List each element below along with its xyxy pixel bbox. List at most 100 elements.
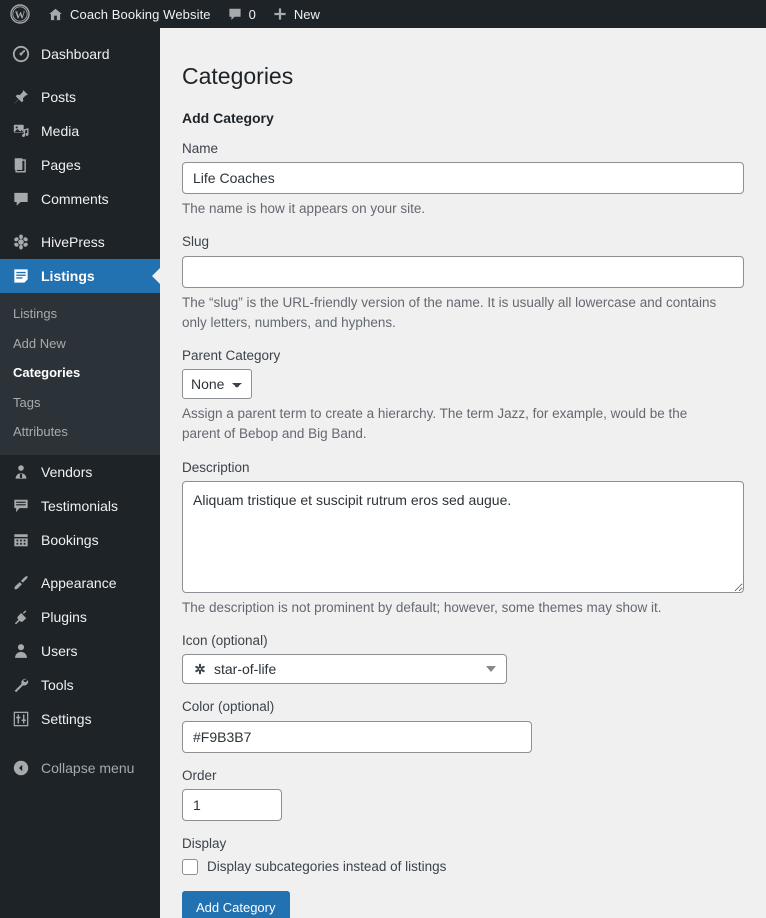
submenu-item-attributes[interactable]: Attributes [0, 417, 160, 447]
sliders-icon [11, 709, 31, 729]
collapse-menu-button[interactable]: Collapse menu [0, 751, 160, 785]
menu-spacer-top [0, 28, 160, 37]
color-input[interactable] [182, 720, 532, 753]
display-label: Display [182, 835, 227, 851]
slug-label: Slug [182, 234, 210, 250]
new-content-label: New [293, 6, 320, 22]
menu-spacer-4 [0, 736, 160, 745]
name-label: Name [182, 140, 219, 156]
sidebar-item-label: Testimonials [41, 497, 119, 514]
sidebar-item-media[interactable]: Media [0, 114, 160, 148]
star-of-life-icon [193, 662, 207, 676]
calendar-icon [11, 530, 31, 550]
add-category-button[interactable]: Add Category [182, 891, 290, 918]
user-badge-icon [11, 462, 31, 482]
color-label-text: Color [182, 699, 215, 715]
admin-bar: W Coach Booking Website 0 New [0, 0, 766, 28]
menu-spacer-3 [0, 557, 160, 566]
description-textarea[interactable]: Aliquam tristique et suscipit rutrum ero… [182, 480, 744, 593]
submenu-item-add-new[interactable]: Add New [0, 329, 160, 359]
new-content-menu[interactable]: New [264, 0, 328, 28]
display-subcategories-checkbox[interactable] [182, 858, 198, 875]
menu-spacer-1 [0, 71, 160, 80]
comment-bubble-icon [227, 6, 243, 22]
testimonial-quote-icon [11, 496, 31, 516]
sidebar-item-listings[interactable]: Listings [0, 259, 160, 293]
sidebar-item-label: Bookings [41, 531, 99, 548]
listings-lines-icon [11, 266, 31, 286]
comment-count-badge: 0 [248, 6, 256, 22]
slug-input[interactable] [182, 255, 744, 288]
sidebar-item-vendors[interactable]: Vendors [0, 455, 160, 489]
sidebar-item-settings[interactable]: Settings [0, 702, 160, 736]
name-input[interactable] [182, 162, 744, 195]
svg-text:W: W [15, 10, 26, 21]
submenu-item-categories[interactable]: Categories [0, 358, 160, 388]
submenu-item-listings[interactable]: Listings [0, 299, 160, 329]
description-label: Description [182, 459, 250, 475]
description-description: The description is not prominent by defa… [182, 599, 662, 615]
icon-select[interactable]: star-of-life [182, 654, 507, 685]
sidebar-item-posts[interactable]: Posts [0, 80, 160, 114]
slug-field-group: Slug The “slug” is the URL-friendly vers… [182, 234, 744, 333]
comments-menu[interactable]: 0 [219, 0, 264, 28]
chevron-down-icon [486, 666, 496, 673]
sidebar-item-label: Posts [41, 89, 77, 105]
description-field-group: Description Aliquam tristique et suscipi… [182, 460, 744, 618]
display-subcategories-label[interactable]: Display subcategories instead of listing… [207, 859, 446, 875]
sidebar-item-label: Media [41, 123, 80, 139]
sidebar-item-bookings[interactable]: Bookings [0, 523, 160, 557]
display-field-group: Display Display subcategories instead of… [182, 836, 744, 875]
collapse-menu-label: Collapse menu [41, 759, 135, 776]
icon-select-value: star-of-life [214, 661, 277, 678]
parent-category-description: Assign a parent term to create a hierarc… [182, 406, 688, 442]
sidebar-item-testimonials[interactable]: Testimonials [0, 489, 160, 523]
order-label: Order [182, 767, 217, 783]
sidebar-item-label: Tools [41, 676, 74, 693]
home-icon [47, 6, 64, 23]
hivepress-honeycomb-icon [11, 232, 31, 252]
user-icon [11, 641, 31, 661]
sidebar-item-tools[interactable]: Tools [0, 668, 160, 702]
submit-row: Add Category [182, 875, 744, 918]
sidebar-item-comments[interactable]: Comments [0, 182, 160, 216]
sidebar-item-label: Listings [41, 268, 95, 284]
sidebar-item-label: Pages [41, 157, 81, 173]
comment-bubble-icon [11, 189, 31, 209]
sidebar-item-pages[interactable]: Pages [0, 148, 160, 182]
wp-logo-menu[interactable]: W [0, 0, 39, 28]
collapse-arrow-icon [11, 758, 31, 778]
order-input[interactable] [182, 788, 282, 821]
sidebar-item-hivepress[interactable]: HivePress [0, 225, 160, 259]
sidebar-item-label: Users [41, 642, 78, 659]
site-name-menu[interactable]: Coach Booking Website [39, 0, 219, 28]
name-field-group: Name The name is how it appears on your … [182, 141, 744, 219]
sidebar-item-plugins[interactable]: Plugins [0, 600, 160, 634]
form-heading: Add Category [182, 109, 274, 126]
icon-label-text: Icon [182, 633, 208, 649]
sidebar-item-appearance[interactable]: Appearance [0, 566, 160, 600]
color-label: Color (optional) [182, 699, 744, 715]
color-label-optional: (optional) [214, 699, 275, 715]
sidebar-item-dashboard[interactable]: Dashboard [0, 37, 160, 71]
admin-sidebar-menu: Dashboard Posts Media Pages Comments Hiv… [0, 28, 160, 918]
wordpress-logo-icon: W [10, 4, 30, 24]
sidebar-item-label: Comments [41, 191, 109, 207]
sidebar-item-users[interactable]: Users [0, 634, 160, 668]
plug-icon [11, 607, 31, 627]
listings-submenu: Listings Add New Categories Tags Attribu… [0, 293, 160, 455]
site-name-label: Coach Booking Website [70, 6, 211, 22]
wrench-icon [11, 675, 31, 695]
color-field-group: Color (optional) [182, 699, 744, 753]
submenu-item-tags[interactable]: Tags [0, 388, 160, 418]
pushpin-icon [11, 87, 31, 107]
display-subcategories-row[interactable]: Display subcategories instead of listing… [182, 859, 744, 875]
parent-category-select[interactable]: None [182, 369, 252, 400]
sidebar-item-label: Settings [41, 710, 92, 727]
plus-icon [272, 6, 288, 22]
sidebar-item-label: Vendors [41, 463, 93, 480]
icon-label: Icon (optional) [182, 633, 744, 649]
media-photo-music-icon [11, 121, 31, 141]
page-title: Categories [182, 63, 294, 89]
paintbrush-icon [11, 573, 31, 593]
